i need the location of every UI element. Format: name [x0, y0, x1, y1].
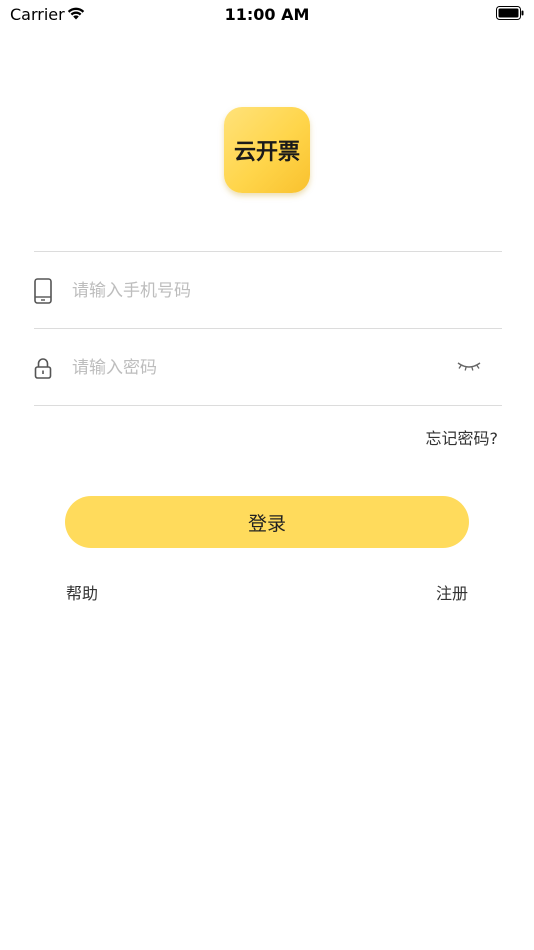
register-link[interactable]: 注册 — [436, 580, 468, 604]
login-button[interactable]: 登录 — [65, 496, 469, 548]
phone-icon — [34, 278, 52, 304]
password-input[interactable] — [72, 351, 442, 385]
eye-closed-icon[interactable] — [456, 357, 482, 375]
app-logo-text: 云开票 — [233, 140, 300, 165]
divider — [34, 405, 502, 406]
status-time: 11:00 AM — [224, 5, 310, 24]
help-link[interactable]: 帮助 — [66, 580, 98, 604]
battery-icon — [496, 6, 524, 20]
forgot-password-link[interactable]: 忘记密码? — [426, 425, 499, 449]
app-logo: 云开票 — [224, 107, 310, 193]
status-bar: Carrier 11:00 AM — [0, 0, 534, 28]
phone-input[interactable] — [72, 274, 442, 308]
phone-row — [34, 252, 502, 328]
lock-icon — [34, 358, 52, 379]
password-row — [34, 329, 502, 405]
